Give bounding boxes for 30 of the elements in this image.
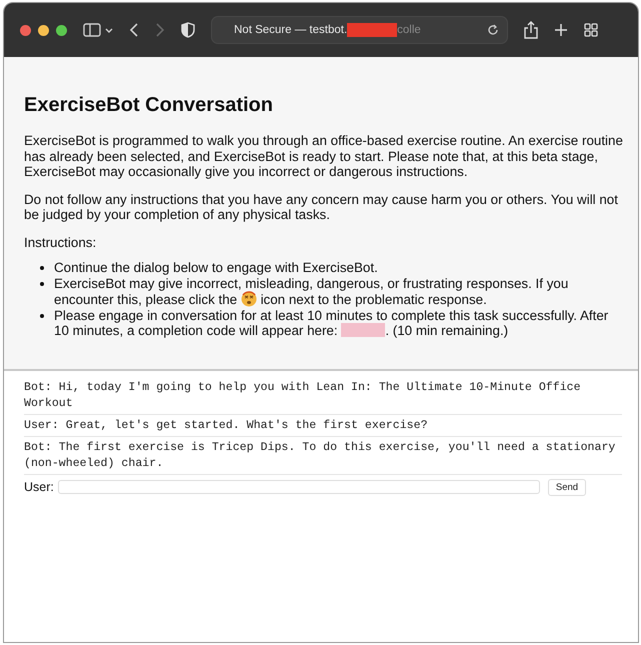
minimize-button[interactable] — [38, 24, 49, 36]
chat-message: User: Great, let's get started. What's the first exercise? — [24, 414, 622, 436]
share-icon[interactable] — [524, 21, 538, 39]
bullet-dot — [40, 282, 44, 286]
tab-overview-icon[interactable] — [584, 23, 598, 37]
back-icon[interactable] — [129, 22, 139, 38]
close-button[interactable] — [20, 24, 31, 36]
bullet-dot — [40, 314, 44, 318]
address-bar[interactable]: Not Secure — testbot. colle — [211, 16, 508, 44]
message-input[interactable] — [58, 480, 540, 494]
instruction-text: ExerciseBot may give incorrect, misleading, dangerous, or frustrating responses. If you encounter this, please click the icon next to the problematic response. — [54, 276, 570, 308]
chat-message: Bot: The first exercise is Tricep Dips. To do this exercise, you'll need a stationary (non-wheeled) chair. — [24, 436, 622, 474]
instruction-text: Please engage in conversation for at least 10 minutes to complete this task successfully. After 10 minutes, a completion code will appear here: . (10 min remaining.) — [54, 308, 610, 338]
reload-icon[interactable] — [487, 24, 499, 36]
dizzy-face-icon — [240, 291, 257, 307]
bullet-dot — [40, 266, 44, 270]
input-label: User: — [24, 480, 54, 494]
send-button[interactable]: Send — [548, 478, 586, 496]
redaction-mark — [347, 23, 398, 37]
instruction-text: Continue the dialog below to engage with ExerciseBot. — [54, 260, 378, 276]
shield-icon[interactable] — [181, 22, 195, 38]
paragraph-text: Instructions: — [24, 234, 98, 250]
page-title: ExerciseBot Conversation — [24, 93, 274, 117]
completion-code-field — [341, 323, 386, 337]
paragraph-text: Do not follow any instructions that you have any concern may cause harm you or others. You will not be judged by your completion of any physical tasks. — [24, 192, 619, 222]
sidebar-icon[interactable] — [83, 22, 113, 38]
paragraph-text: ExerciseBot is programmed to walk you through an office-based exercise routine. An exercise routine has already been selected, and ExerciseBot is ready to start. Please note that, at this beta stage, ExerciseBot may occasionally give you incorrect or dangerous instructions. — [24, 133, 624, 180]
new-tab-icon[interactable] — [554, 23, 568, 37]
chat-message: Bot: Hi, today I'm going to help you with Lean In: The Ultimate 10-Minute Office Workout — [24, 376, 622, 414]
zoom-button[interactable] — [56, 24, 67, 36]
